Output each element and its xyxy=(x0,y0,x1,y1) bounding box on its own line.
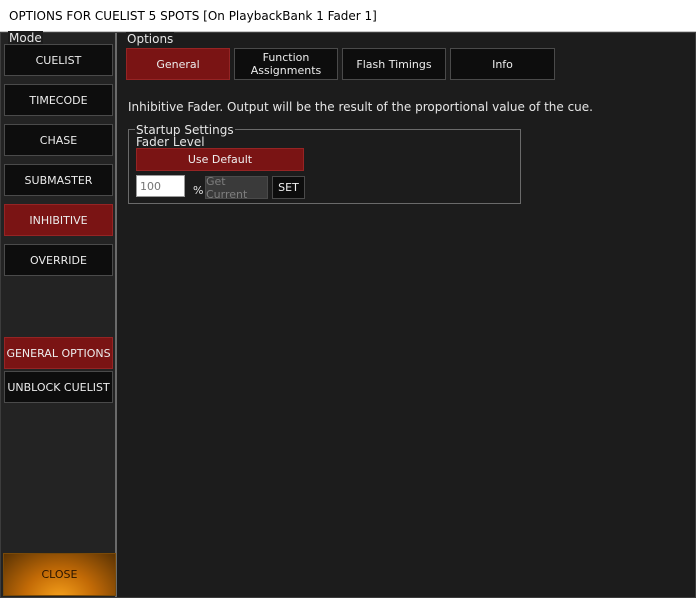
mode-panel xyxy=(1,33,117,597)
mode-cuelist-button[interactable]: CUELIST xyxy=(4,44,113,76)
use-default-button[interactable]: Use Default xyxy=(136,148,304,171)
options-group-label: Options xyxy=(126,32,175,46)
set-button[interactable]: SET xyxy=(272,176,305,199)
mode-description: Inhibitive Fader. Output will be the res… xyxy=(128,100,593,114)
fader-level-input[interactable] xyxy=(136,175,185,197)
window-title: OPTIONS FOR CUELIST 5 SPOTS [On Playback… xyxy=(9,9,377,23)
mode-chase-button[interactable]: CHASE xyxy=(4,124,113,156)
unblock-cuelist-button[interactable]: UNBLOCK CUELIST xyxy=(4,371,113,403)
get-current-button: Get Current xyxy=(205,175,268,201)
tab-general[interactable]: General xyxy=(126,48,230,80)
close-button[interactable]: CLOSE xyxy=(3,553,116,596)
mode-group-label: Mode xyxy=(8,31,43,45)
tab-function-assignments[interactable]: Function Assignments xyxy=(234,48,338,80)
general-options-button[interactable]: GENERAL OPTIONS xyxy=(4,337,113,369)
mode-inhibitive-button[interactable]: INHIBITIVE xyxy=(4,204,113,236)
mode-timecode-button[interactable]: TIMECODE xyxy=(4,84,113,116)
tab-flash-timings[interactable]: Flash Timings xyxy=(342,48,446,80)
percent-label: % xyxy=(193,184,204,197)
mode-override-button[interactable]: OVERRIDE xyxy=(4,244,113,276)
title-bar: OPTIONS FOR CUELIST 5 SPOTS [On Playback… xyxy=(0,0,696,32)
tab-info[interactable]: Info xyxy=(450,48,555,80)
mode-submaster-button[interactable]: SUBMASTER xyxy=(4,164,113,196)
